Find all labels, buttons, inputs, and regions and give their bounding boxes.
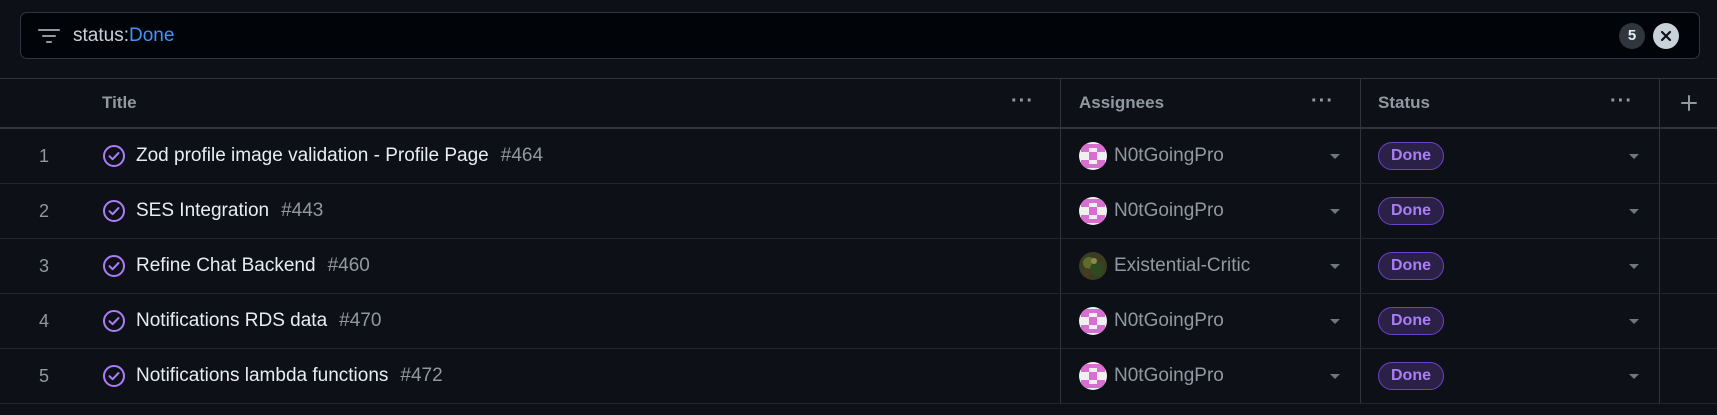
table-row[interactable]: 3 Refine Chat Backend #460 Existential-C… [0, 239, 1717, 294]
avatar [1079, 142, 1107, 170]
column-header-title[interactable]: Title ··· [88, 79, 1061, 127]
table-row[interactable]: 4 Notifications RDS data #470 N0tGoingPr… [0, 294, 1717, 349]
status-cell[interactable]: Done [1361, 294, 1660, 348]
filter-icon[interactable] [37, 24, 61, 48]
issue-number: #472 [400, 365, 443, 386]
title-cell[interactable]: Notifications RDS data #470 [88, 294, 1061, 348]
issue-closed-icon [102, 199, 126, 223]
row-number: 4 [38, 310, 49, 331]
assignee-name: N0tGoingPro [1114, 310, 1224, 331]
issue-number: #470 [339, 310, 382, 331]
row-number: 1 [38, 145, 49, 166]
clear-filter-button[interactable] [1653, 22, 1679, 49]
column-title-label: Title [102, 93, 137, 112]
chevron-down-icon[interactable] [1629, 264, 1639, 269]
status-badge: Done [1378, 252, 1444, 280]
status-badge: Done [1378, 362, 1444, 390]
empty-cell [1660, 349, 1717, 403]
status-cell[interactable]: Done [1361, 239, 1660, 293]
filter-bar[interactable]: status:Done 5 [20, 12, 1700, 59]
row-number: 3 [38, 255, 49, 276]
chevron-down-icon[interactable] [1330, 374, 1340, 379]
status-badge: Done [1378, 142, 1444, 170]
issue-title-link[interactable]: Refine Chat Backend [136, 255, 316, 277]
assignee-name: N0tGoingPro [1114, 200, 1224, 221]
issue-number: #443 [281, 200, 324, 221]
chevron-down-icon[interactable] [1629, 374, 1639, 379]
status-cell[interactable]: Done [1361, 129, 1660, 183]
project-table: Title ··· Assignees ··· Status ··· 1 Zod… [0, 78, 1717, 404]
assignee-name: Existential-Critic [1114, 255, 1251, 276]
issue-closed-icon [102, 254, 126, 278]
table-row[interactable]: 5 Notifications lambda functions #472 N0… [0, 349, 1717, 404]
assignee-cell[interactable]: N0tGoingPro [1061, 184, 1361, 238]
empty-cell [1660, 294, 1717, 348]
title-cell[interactable]: Refine Chat Backend #460 [88, 239, 1061, 293]
column-menu-icon[interactable]: ··· [1610, 91, 1633, 111]
avatar [1079, 252, 1107, 280]
issue-closed-icon [102, 364, 126, 388]
empty-cell [1660, 129, 1717, 183]
issue-closed-icon [102, 144, 126, 168]
column-menu-icon[interactable]: ··· [1011, 91, 1034, 111]
table-body: 1 Zod profile image validation - Profile… [0, 129, 1717, 404]
chevron-down-icon[interactable] [1330, 319, 1340, 324]
add-column-button[interactable] [1660, 79, 1717, 127]
issue-title-link[interactable]: Notifications RDS data [136, 310, 327, 332]
issue-number: #464 [500, 145, 544, 166]
assignee-name: N0tGoingPro [1114, 145, 1224, 166]
issue-number: #460 [327, 255, 370, 276]
filter-value: Done [128, 24, 175, 46]
title-cell[interactable]: SES Integration #443 [88, 184, 1061, 238]
empty-cell [1660, 184, 1717, 238]
close-icon [1660, 30, 1672, 41]
row-number-header [0, 79, 88, 127]
chevron-down-icon[interactable] [1629, 209, 1639, 214]
avatar [1079, 307, 1107, 335]
column-header-status[interactable]: Status ··· [1361, 79, 1660, 127]
row-number: 2 [38, 200, 49, 221]
chevron-down-icon[interactable] [1330, 264, 1340, 269]
row-number: 5 [38, 365, 49, 386]
avatar [1079, 197, 1107, 225]
plus-icon [1680, 94, 1698, 112]
status-cell[interactable]: Done [1361, 349, 1660, 403]
filter-key: status: [73, 24, 129, 46]
assignee-cell[interactable]: Existential-Critic [1061, 239, 1361, 293]
column-header-assignees[interactable]: Assignees ··· [1061, 79, 1361, 127]
assignee-cell[interactable]: N0tGoingPro [1061, 129, 1361, 183]
chevron-down-icon[interactable] [1330, 209, 1340, 214]
chevron-down-icon[interactable] [1629, 319, 1639, 324]
chevron-down-icon[interactable] [1629, 154, 1639, 159]
status-badge: Done [1378, 307, 1444, 335]
issue-title-link[interactable]: Notifications lambda functions [136, 365, 388, 387]
table-header: Title ··· Assignees ··· Status ··· [0, 79, 1717, 129]
status-cell[interactable]: Done [1361, 184, 1660, 238]
issue-closed-icon [102, 309, 126, 333]
issue-title-link[interactable]: Zod profile image validation - Profile P… [136, 145, 489, 167]
column-assignees-label: Assignees [1079, 93, 1165, 112]
assignee-name: N0tGoingPro [1114, 365, 1224, 386]
title-cell[interactable]: Zod profile image validation - Profile P… [88, 129, 1061, 183]
avatar [1079, 362, 1107, 390]
title-cell[interactable]: Notifications lambda functions #472 [88, 349, 1061, 403]
table-row[interactable]: 1 Zod profile image validation - Profile… [0, 129, 1717, 184]
status-badge: Done [1378, 197, 1444, 225]
assignee-cell[interactable]: N0tGoingPro [1061, 349, 1361, 403]
column-menu-icon[interactable]: ··· [1311, 91, 1334, 111]
column-status-label: Status [1378, 93, 1430, 112]
assignee-cell[interactable]: N0tGoingPro [1061, 294, 1361, 348]
chevron-down-icon[interactable] [1330, 154, 1340, 159]
issue-title-link[interactable]: SES Integration [136, 200, 269, 222]
result-count-badge: 5 [1619, 22, 1645, 49]
filter-query[interactable]: status:Done [73, 25, 1619, 47]
table-row[interactable]: 2 SES Integration #443 N0tGoingPro Done [0, 184, 1717, 239]
empty-cell [1660, 239, 1717, 293]
